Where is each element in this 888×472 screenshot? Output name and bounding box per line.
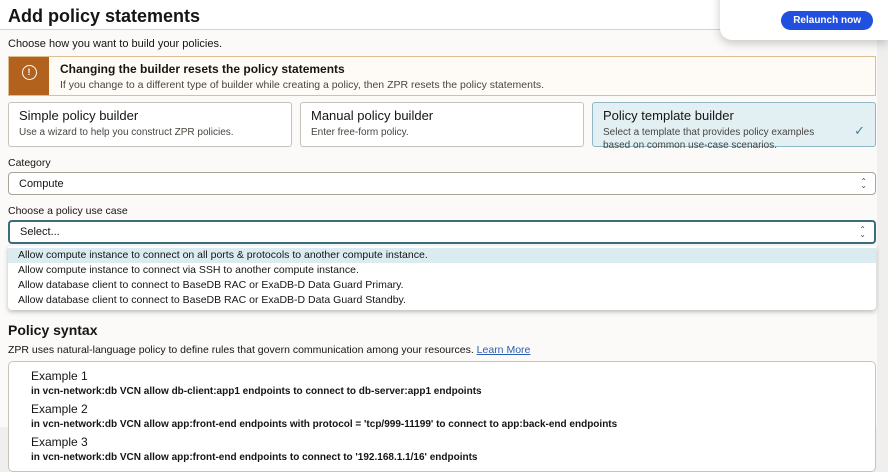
use-case-label: Choose a policy use case bbox=[8, 205, 876, 217]
use-case-option[interactable]: Allow database client to connect to Base… bbox=[8, 278, 876, 293]
category-select-value: Compute bbox=[19, 178, 64, 190]
use-case-dropdown: Allow compute instance to connect on all… bbox=[8, 246, 876, 310]
card-description: Use a wizard to help you construct ZPR p… bbox=[19, 126, 281, 139]
policy-syntax-description-text: ZPR uses natural-language policy to defi… bbox=[8, 344, 474, 356]
card-description: Select a template that provides policy e… bbox=[603, 126, 865, 152]
use-case-option[interactable]: Allow compute instance to connect via SS… bbox=[8, 263, 876, 278]
policy-examples-box: Example 1 in vcn-network:db VCN allow db… bbox=[8, 361, 876, 472]
card-title: Policy template builder bbox=[603, 108, 865, 123]
relaunch-now-button[interactable]: Relaunch now bbox=[781, 11, 873, 30]
card-policy-template-builder[interactable]: Policy template builder Select a templat… bbox=[592, 102, 876, 147]
example-code: in vcn-network:db VCN allow db-client:ap… bbox=[31, 386, 865, 398]
form-content: Choose how you want to build your polici… bbox=[0, 38, 876, 472]
builder-cards: Simple policy builder Use a wizard to he… bbox=[8, 102, 876, 147]
chevron-down-icon: ⌄ bbox=[860, 184, 867, 189]
warning-icon: ! bbox=[22, 65, 37, 80]
use-case-select-value: Select... bbox=[20, 226, 60, 238]
check-icon: ✓ bbox=[854, 123, 865, 139]
example-code: in vcn-network:db VCN allow app:front-en… bbox=[31, 419, 865, 431]
stepper-icon: ⌃ ⌄ bbox=[860, 179, 867, 189]
warning-banner-title: Changing the builder resets the policy s… bbox=[60, 62, 544, 76]
warning-banner-description: If you change to a different type of bui… bbox=[60, 79, 544, 91]
card-title: Simple policy builder bbox=[19, 108, 281, 123]
warning-banner: ! Changing the builder resets the policy… bbox=[8, 56, 876, 96]
card-description: Enter free-form policy. bbox=[311, 126, 573, 139]
category-select[interactable]: Compute ⌃ ⌄ bbox=[8, 172, 876, 195]
relaunch-popup: Relaunch now bbox=[720, 0, 888, 40]
use-case-option[interactable]: Allow database client to connect to Base… bbox=[8, 293, 876, 308]
main-panel: Add policy statements Choose how you wan… bbox=[0, 0, 877, 427]
policy-syntax-description: ZPR uses natural-language policy to defi… bbox=[8, 344, 876, 356]
policy-syntax-title: Policy syntax bbox=[8, 322, 876, 338]
learn-more-link[interactable]: Learn More bbox=[477, 344, 531, 356]
card-title: Manual policy builder bbox=[311, 108, 573, 123]
warning-icon-block: ! bbox=[9, 57, 49, 95]
chevron-down-icon: ⌄ bbox=[859, 233, 866, 238]
example-label: Example 3 bbox=[31, 435, 865, 449]
use-case-select[interactable]: Select... ⌃ ⌄ bbox=[8, 220, 876, 244]
use-case-option[interactable]: Allow compute instance to connect on all… bbox=[8, 248, 876, 263]
card-simple-policy-builder[interactable]: Simple policy builder Use a wizard to he… bbox=[8, 102, 292, 147]
example-code: in vcn-network:db VCN allow app:front-en… bbox=[31, 452, 865, 464]
example-label: Example 2 bbox=[31, 402, 865, 416]
warning-banner-body: Changing the builder resets the policy s… bbox=[49, 57, 544, 95]
category-label: Category bbox=[8, 157, 876, 169]
card-manual-policy-builder[interactable]: Manual policy builder Enter free-form po… bbox=[300, 102, 584, 147]
example-label: Example 1 bbox=[31, 369, 865, 383]
stepper-icon: ⌃ ⌄ bbox=[859, 227, 866, 237]
